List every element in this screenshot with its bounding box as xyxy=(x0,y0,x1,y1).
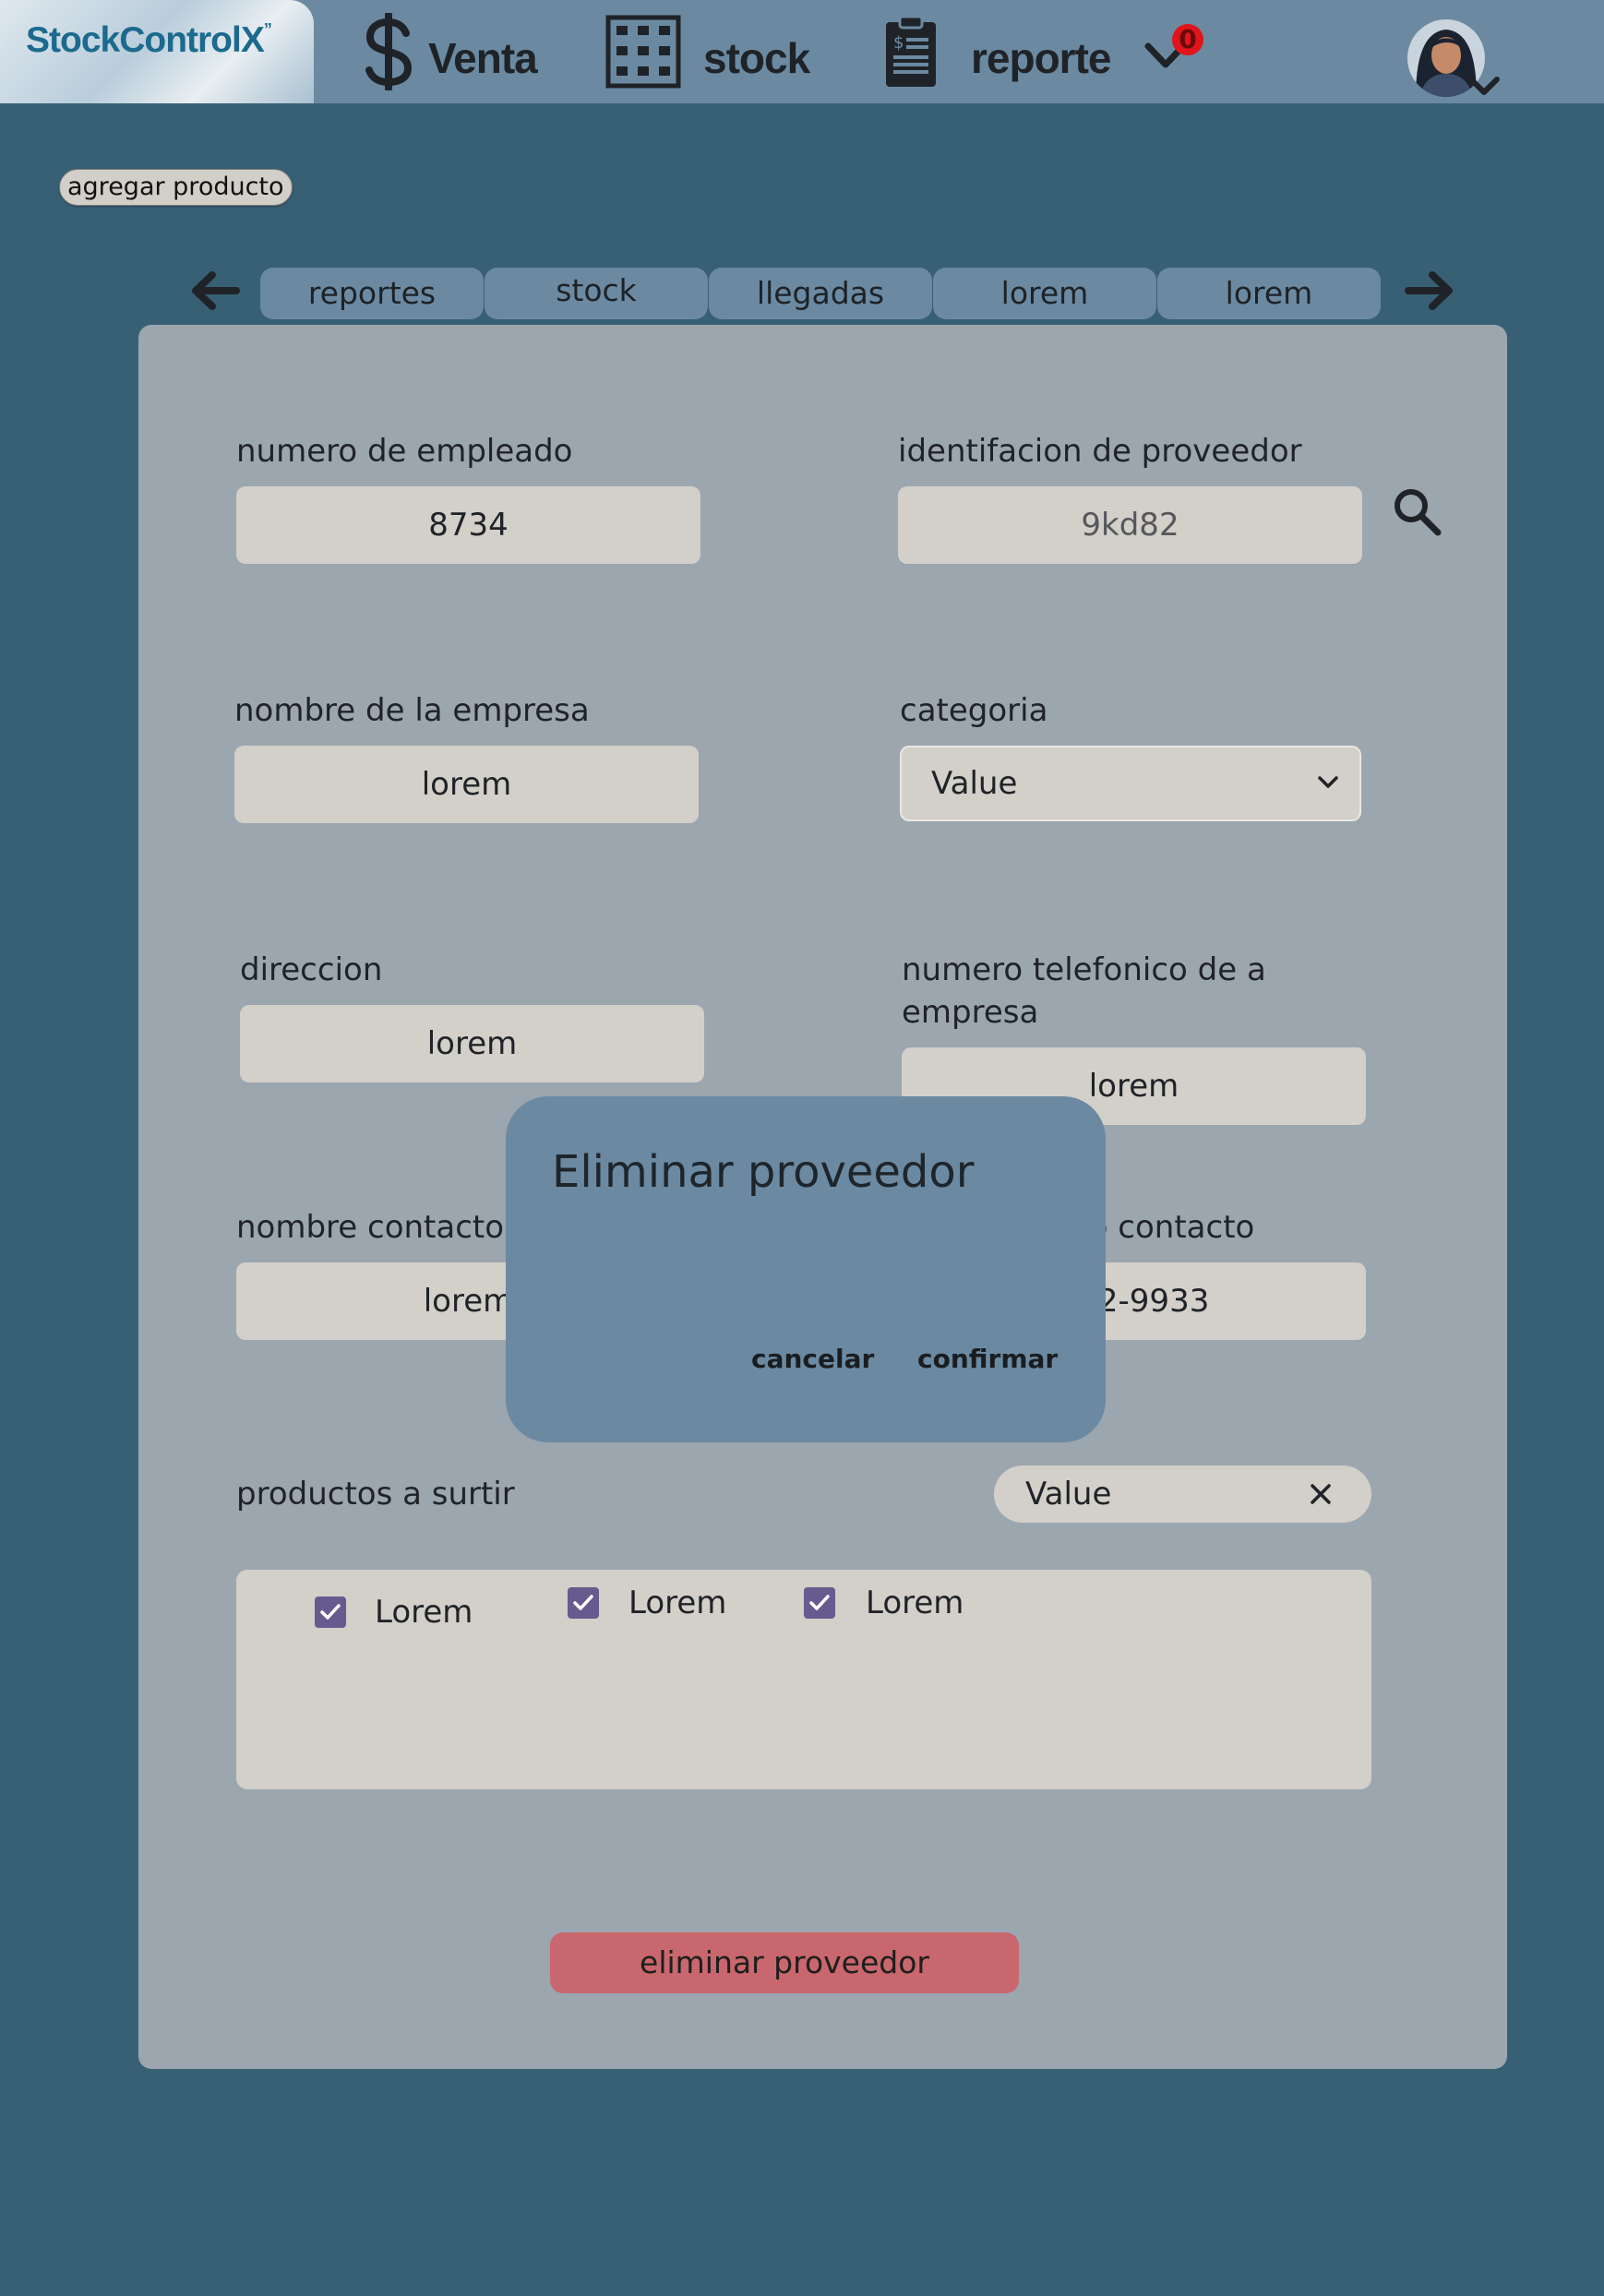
company-name-field[interactable]: lorem xyxy=(234,746,699,823)
user-menu[interactable] xyxy=(1406,18,1508,103)
nav-label-stock: stock xyxy=(703,34,810,82)
product-checkbox-label: Lorem xyxy=(375,1594,473,1631)
svg-text:$: $ xyxy=(893,33,904,53)
products-label: productos a surtir xyxy=(236,1476,515,1513)
company-phone-label: numero telefonico de a empresa xyxy=(902,949,1266,1034)
nav-item-stock[interactable]: stock xyxy=(605,13,813,92)
tab-lorem[interactable]: lorem xyxy=(933,268,1156,319)
add-product-button[interactable]: agregar producto xyxy=(59,169,293,206)
logo-text: StockControlX” xyxy=(26,20,272,60)
product-checkbox-item[interactable]: Lorem xyxy=(803,1584,969,1625)
search-icon[interactable] xyxy=(1392,486,1442,536)
delete-confirmation-dialog: Eliminar proveedor cancelar confirmar xyxy=(506,1096,1106,1442)
employee-number-field[interactable]: 8734 xyxy=(236,486,700,564)
employee-number-label: numero de empleado xyxy=(236,433,573,470)
shelves-icon xyxy=(605,15,681,89)
product-filter-chip[interactable]: Value xyxy=(994,1465,1371,1523)
cancel-button[interactable]: cancelar xyxy=(751,1344,874,1374)
checkbox-checked-icon[interactable] xyxy=(314,1596,347,1629)
company-name-label: nombre de la empresa xyxy=(234,692,590,729)
arrow-right-icon[interactable] xyxy=(1403,268,1456,314)
dollar-icon xyxy=(365,13,413,90)
confirm-button[interactable]: confirmar xyxy=(917,1344,1058,1374)
chevron-down-icon xyxy=(1468,77,1500,95)
tab-reportes[interactable]: reportes xyxy=(260,268,484,319)
company-phone-label-line2: empresa xyxy=(902,994,1039,1031)
logo[interactable]: StockControlX” xyxy=(0,0,314,103)
tab-llegadas[interactable]: llegadas xyxy=(709,268,932,319)
checkbox-checked-icon[interactable] xyxy=(803,1586,836,1620)
tab-lorem[interactable]: lorem xyxy=(1157,268,1381,319)
address-label: direccion xyxy=(240,951,383,988)
nav-label-venta: Venta xyxy=(428,34,538,82)
nav-item-venta[interactable]: Venta xyxy=(362,9,560,94)
chevron-down-icon xyxy=(1318,776,1338,788)
dialog-title: Eliminar proveedor xyxy=(552,1146,975,1198)
nav-item-reporte[interactable]: $ reporte xyxy=(884,13,1111,92)
product-checkbox-item[interactable]: Lorem xyxy=(567,1584,733,1625)
category-select-value: Value xyxy=(931,765,1018,802)
address-field[interactable]: lorem xyxy=(240,1005,704,1082)
supplier-id-field[interactable]: 9kd82 xyxy=(898,486,1362,564)
supplier-id-label: identifacion de proveedor xyxy=(898,433,1302,470)
notification-badge: 0 xyxy=(1172,24,1203,55)
company-phone-label-line1: numero telefonico de a xyxy=(902,951,1266,988)
clipboard-icon: $ xyxy=(886,15,936,87)
nav-label-reporte: reporte xyxy=(971,34,1111,82)
tab-stock[interactable]: stock xyxy=(485,268,708,319)
product-checkbox-label: Lorem xyxy=(866,1584,964,1621)
category-select[interactable]: Value xyxy=(900,746,1361,821)
contact-name-label: nombre contacto c xyxy=(236,1209,532,1246)
category-label: categoria xyxy=(900,692,1048,729)
checkbox-checked-icon[interactable] xyxy=(567,1586,600,1620)
product-checkbox-label: Lorem xyxy=(628,1584,727,1621)
delete-supplier-button[interactable]: eliminar proveedor xyxy=(550,1932,1019,1993)
arrow-left-icon[interactable] xyxy=(188,268,242,314)
notifications-toggle[interactable]: 0 xyxy=(1144,18,1211,83)
product-checkbox-item[interactable]: Lorem xyxy=(314,1594,480,1634)
product-filter-chip-value: Value xyxy=(1025,1476,1112,1513)
close-icon[interactable] xyxy=(1310,1483,1332,1505)
